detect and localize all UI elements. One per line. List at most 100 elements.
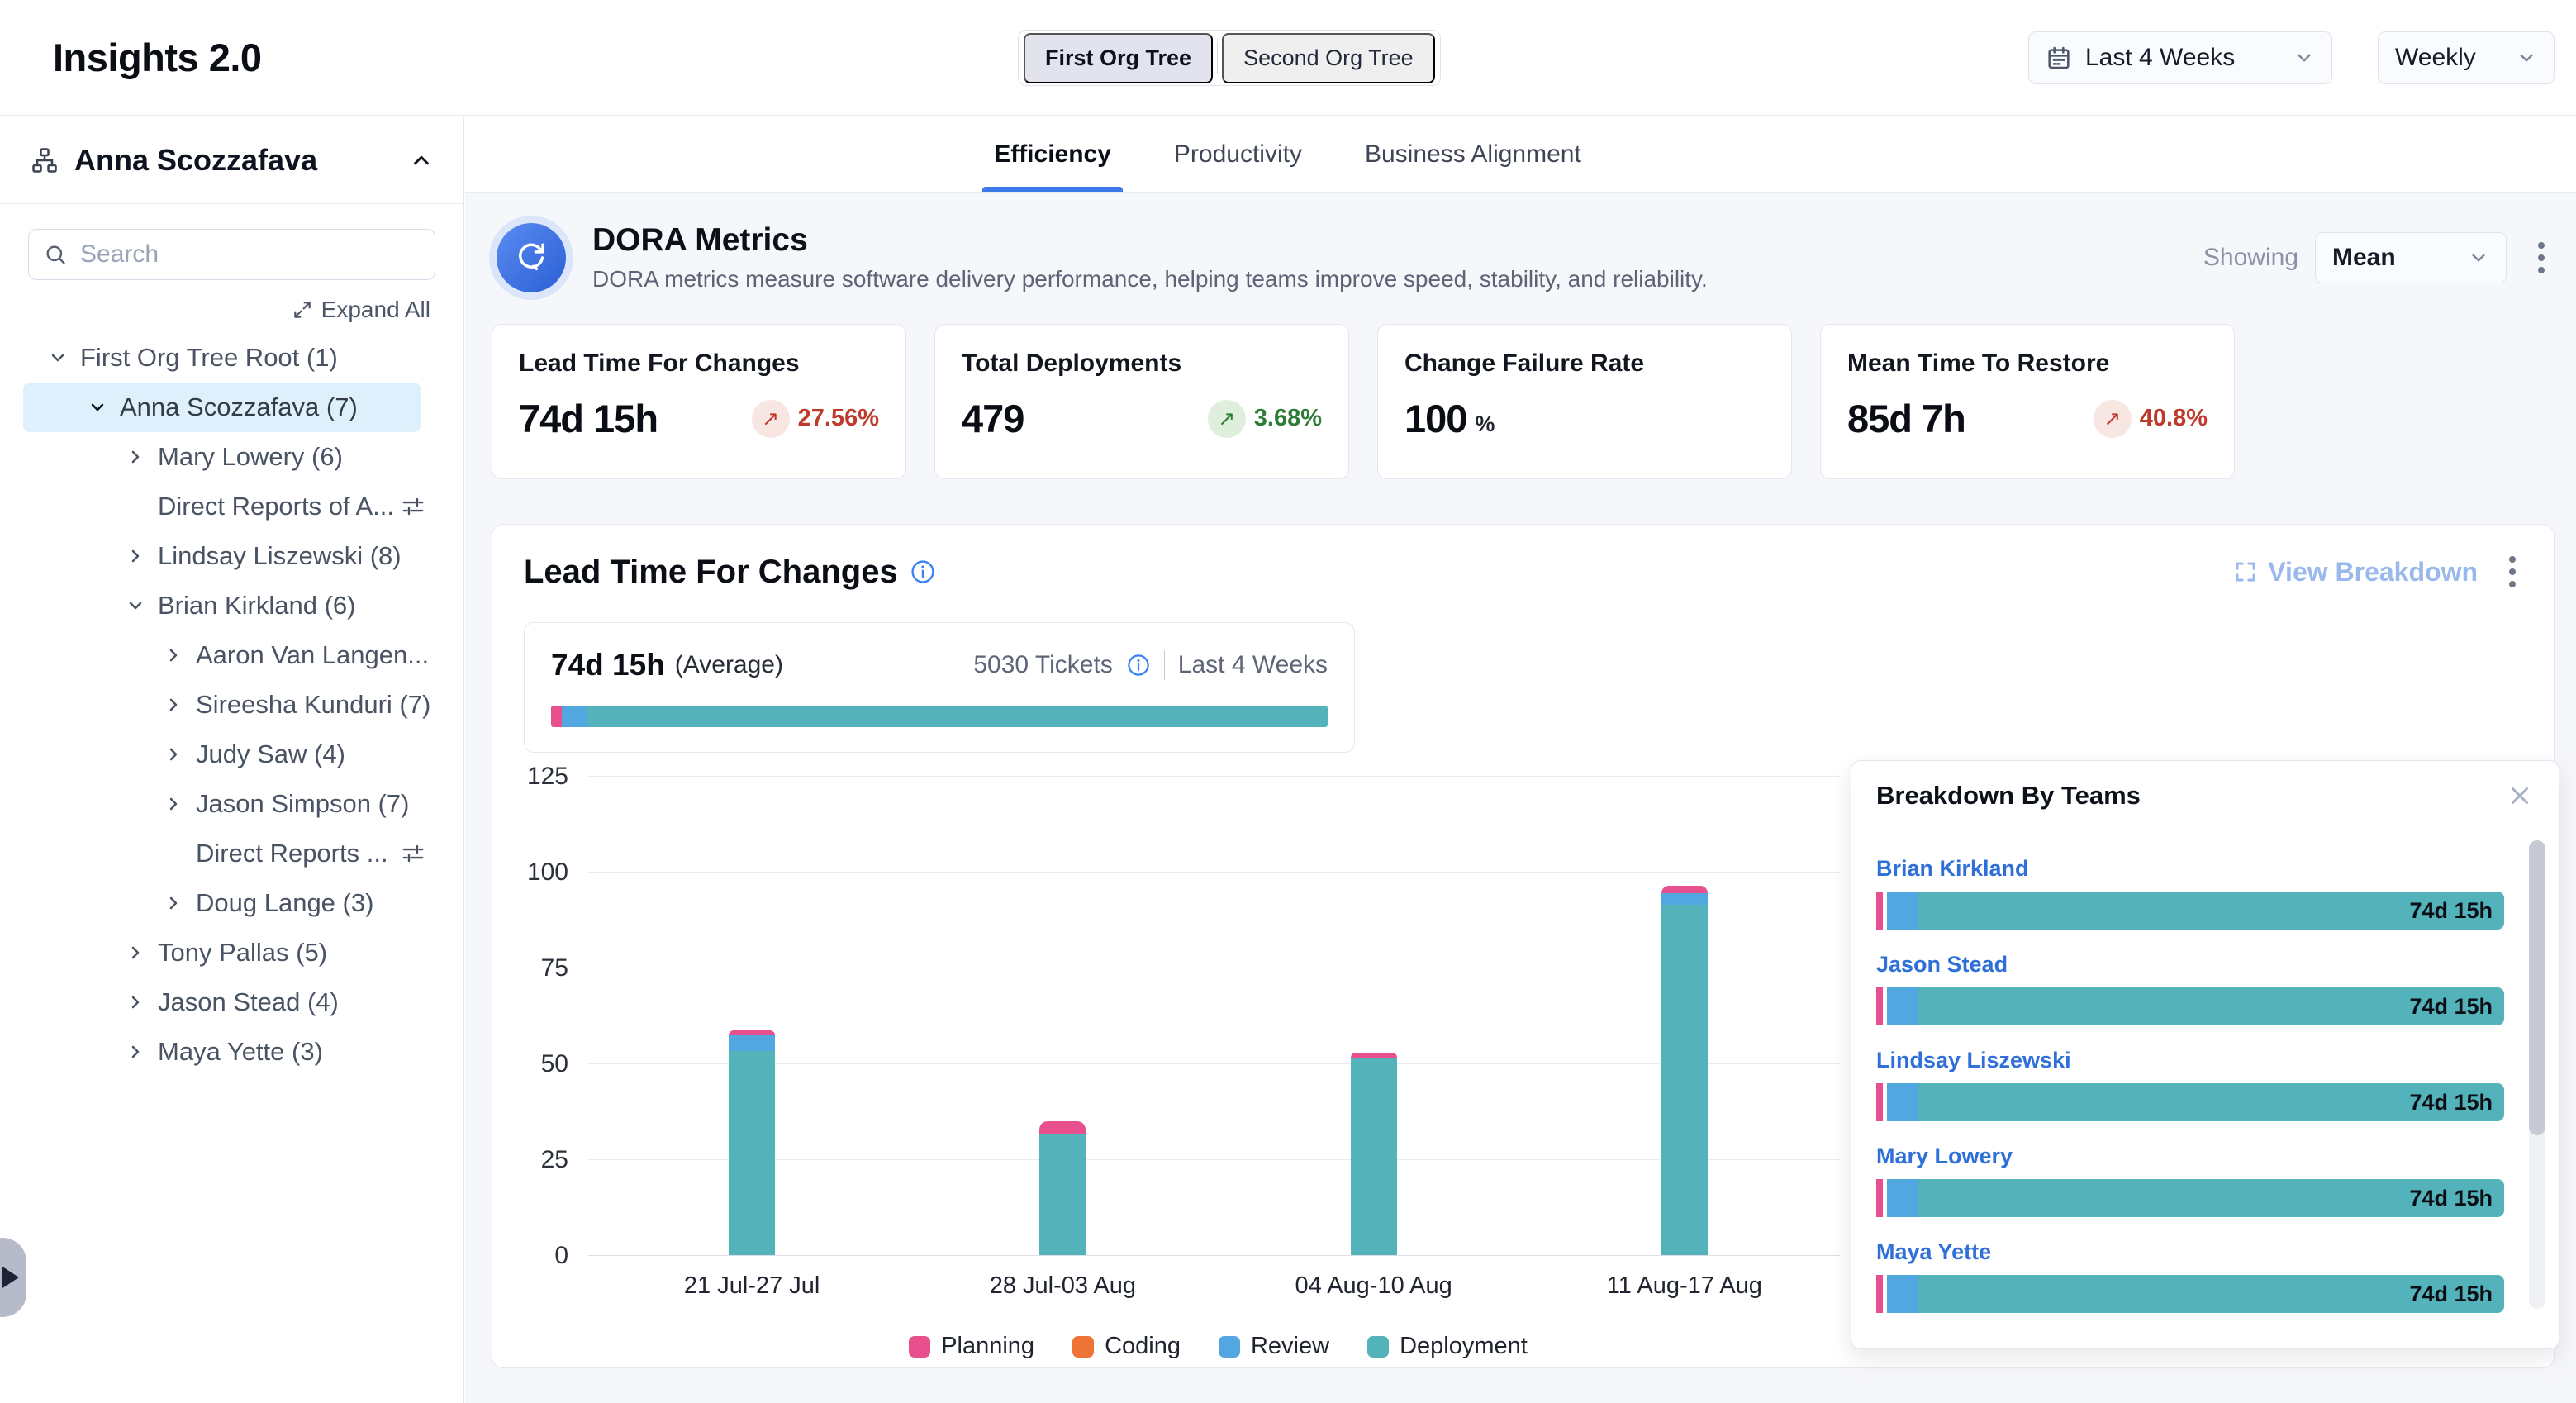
org-tree-toggle-first-org-tree[interactable]: First Org Tree bbox=[1024, 33, 1213, 83]
y-tick-label: 125 bbox=[527, 763, 568, 791]
view-breakdown-label: View Breakdown bbox=[2268, 557, 2478, 587]
trend-up-icon: ↗ bbox=[2094, 400, 2132, 438]
trend-delta: 40.8% bbox=[2140, 405, 2208, 432]
bar-segment-deployment[interactable] bbox=[729, 1051, 775, 1255]
date-range-select[interactable]: Last 4 Weeks bbox=[2028, 31, 2332, 84]
chevron-right-icon[interactable] bbox=[126, 447, 147, 467]
team-name-link[interactable]: Brian Kirkland bbox=[1876, 856, 2029, 882]
bar-segment-review[interactable] bbox=[729, 1035, 775, 1051]
chevron-right-icon[interactable] bbox=[126, 992, 147, 1012]
chevron-right-icon[interactable] bbox=[164, 744, 185, 764]
org-tree-toggle-second-org-tree[interactable]: Second Org Tree bbox=[1222, 33, 1435, 83]
legend-item-review[interactable]: Review bbox=[1219, 1333, 1329, 1360]
view-breakdown-button[interactable]: View Breakdown bbox=[2233, 557, 2478, 587]
lead-time-kebab-menu[interactable] bbox=[2501, 551, 2524, 592]
team-value: 74d 15h bbox=[2409, 994, 2493, 1020]
team-bar-segment-planning bbox=[1876, 1275, 1883, 1313]
lead-time-title: Lead Time For Changes bbox=[524, 554, 898, 591]
close-icon[interactable] bbox=[2506, 782, 2534, 810]
bar-28-jul-03-aug[interactable] bbox=[1039, 1121, 1086, 1255]
tree-item-aaron-van-langen[interactable]: Aaron Van Langen... bbox=[0, 630, 463, 680]
trend-badge: ↗ 27.56% bbox=[752, 400, 879, 438]
tree-item-first-org-tree-root-1[interactable]: First Org Tree Root (1) bbox=[0, 333, 463, 383]
metric-card-value-row: 74d 15h↗27.56% bbox=[519, 396, 879, 441]
bar-segment-review[interactable] bbox=[1661, 893, 1708, 905]
chevron-down-icon[interactable] bbox=[88, 397, 109, 417]
bar-segment-deployment[interactable] bbox=[1039, 1134, 1086, 1255]
team-name-link[interactable]: Mary Lowery bbox=[1876, 1144, 2013, 1169]
team-name-link[interactable]: Maya Yette bbox=[1876, 1239, 1991, 1265]
tree-item-anna-scozzafava-7[interactable]: Anna Scozzafava (7) bbox=[0, 383, 463, 432]
chevron-right-icon[interactable] bbox=[164, 645, 185, 665]
chevron-right-icon[interactable] bbox=[164, 893, 185, 913]
tree-item-mary-lowery-6[interactable]: Mary Lowery (6) bbox=[0, 432, 463, 482]
scrollbar-thumb[interactable] bbox=[2529, 840, 2545, 1135]
gridline-100 bbox=[588, 872, 1840, 873]
chevron-right-icon[interactable] bbox=[126, 1042, 147, 1062]
chevron-down-icon bbox=[2293, 47, 2315, 69]
bar-11-aug-17-aug[interactable] bbox=[1661, 886, 1708, 1255]
team-row-brian-kirkland: Brian Kirkland74d 15h bbox=[1876, 856, 2504, 930]
filter-sliders-icon[interactable] bbox=[401, 494, 425, 519]
tree-item-jason-stead-4[interactable]: Jason Stead (4) bbox=[0, 977, 463, 1027]
chevron-right-icon[interactable] bbox=[126, 943, 147, 963]
tree-item-direct-reports[interactable]: Direct Reports ... bbox=[0, 829, 463, 878]
aggregation-select[interactable]: Mean bbox=[2315, 232, 2507, 283]
sidebar-expand-handle[interactable] bbox=[0, 1238, 26, 1317]
tab-efficiency[interactable]: Efficiency bbox=[989, 117, 1116, 192]
tree-item-label: Anna Scozzafava (7) bbox=[120, 392, 358, 422]
filter-sliders-icon[interactable] bbox=[401, 841, 425, 866]
tree-item-judy-saw-4[interactable]: Judy Saw (4) bbox=[0, 730, 463, 779]
scrollbar-track[interactable] bbox=[2529, 840, 2545, 1309]
chevron-up-icon[interactable] bbox=[409, 148, 434, 173]
search-icon bbox=[44, 243, 67, 266]
metric-card-title: Total Deployments bbox=[962, 350, 1322, 378]
tab-business-alignment[interactable]: Business Alignment bbox=[1360, 117, 1586, 192]
chevron-right-icon[interactable] bbox=[164, 794, 185, 814]
tree-item-sireesha-kunduri-7[interactable]: Sireesha Kunduri (7) bbox=[0, 680, 463, 730]
metric-card-change-failure-rate: Change Failure Rate100% bbox=[1377, 324, 1792, 479]
triangle-right-icon bbox=[2, 1267, 19, 1288]
insights-app: Insights 2.0 First Org TreeSecond Org Tr… bbox=[0, 0, 2576, 1403]
chevron-down-icon[interactable] bbox=[48, 348, 69, 368]
chevron-right-icon[interactable] bbox=[126, 546, 147, 566]
bar-segment-planning[interactable] bbox=[1661, 886, 1708, 893]
granularity-select[interactable]: Weekly bbox=[2378, 31, 2555, 84]
team-value: 74d 15h bbox=[2409, 1186, 2493, 1211]
tree-item-label: First Org Tree Root (1) bbox=[80, 343, 338, 373]
team-name-link[interactable]: Lindsay Liszewski bbox=[1876, 1048, 2071, 1073]
team-name-link[interactable]: Jason Stead bbox=[1876, 952, 2008, 977]
bar-04-aug-10-aug[interactable] bbox=[1351, 1053, 1397, 1255]
info-icon[interactable] bbox=[1126, 653, 1151, 678]
legend-item-deployment[interactable]: Deployment bbox=[1367, 1333, 1528, 1360]
metric-card-unit: % bbox=[1475, 411, 1495, 437]
tree-item-maya-yette-3[interactable]: Maya Yette (3) bbox=[0, 1027, 463, 1077]
tree-item-brian-kirkland-6[interactable]: Brian Kirkland (6) bbox=[0, 581, 463, 630]
dora-kebab-menu[interactable] bbox=[2530, 237, 2553, 278]
bar-segment-planning[interactable] bbox=[1039, 1121, 1086, 1134]
legend-item-coding[interactable]: Coding bbox=[1072, 1333, 1181, 1360]
chevron-down-icon[interactable] bbox=[126, 596, 147, 616]
tab-productivity[interactable]: Productivity bbox=[1169, 117, 1307, 192]
tree-item-tony-pallas-5[interactable]: Tony Pallas (5) bbox=[0, 928, 463, 977]
expand-all-label: Expand All bbox=[321, 297, 430, 323]
breakdown-by-teams-card: Breakdown By Teams Brian Kirkland74d 15h… bbox=[1851, 760, 2559, 1349]
bar-21-jul-27-jul[interactable] bbox=[729, 1030, 775, 1255]
x-tick-label: 21 Jul-27 Jul bbox=[684, 1272, 820, 1300]
tree-item-lindsay-liszewski-8[interactable]: Lindsay Liszewski (8) bbox=[0, 531, 463, 581]
trend-delta: 27.56% bbox=[798, 405, 879, 432]
search-input[interactable] bbox=[80, 240, 420, 269]
chevron-right-icon[interactable] bbox=[164, 695, 185, 715]
gridline-50 bbox=[588, 1063, 1840, 1064]
bar-segment-deployment[interactable] bbox=[1351, 1058, 1397, 1255]
expand-all-button[interactable]: Expand All bbox=[0, 297, 430, 323]
bar-segment-deployment[interactable] bbox=[1661, 905, 1708, 1255]
info-icon[interactable] bbox=[910, 559, 936, 585]
tree-item-direct-reports-of-a[interactable]: Direct Reports of A... bbox=[0, 482, 463, 531]
trend-up-icon: ↗ bbox=[752, 400, 790, 438]
tree-item-doug-lange-3[interactable]: Doug Lange (3) bbox=[0, 878, 463, 928]
legend-swatch bbox=[1367, 1336, 1389, 1358]
tree-item-jason-simpson-7[interactable]: Jason Simpson (7) bbox=[0, 779, 463, 829]
legend-item-planning[interactable]: Planning bbox=[909, 1333, 1034, 1360]
divider bbox=[1164, 650, 1165, 680]
